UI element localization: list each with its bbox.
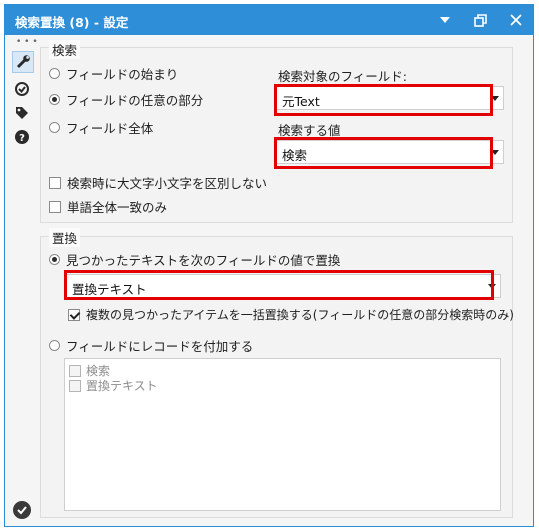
checkbox[interactable] (49, 200, 61, 213)
radio-label: フィールドの始まり (66, 67, 179, 82)
restore-icon[interactable] (471, 11, 489, 29)
checkbox-label: 単語全体一致のみ (67, 200, 168, 215)
search-value-select[interactable]: 検索 (274, 140, 504, 164)
append-field-list[interactable]: 検索 置換テキスト (64, 358, 501, 511)
caret-down-icon[interactable] (436, 11, 454, 29)
radio-append-record[interactable]: フィールドにレコードを付加する (49, 336, 253, 355)
checkbox-label: 複数の見つかったアイテムを一括置換する(フィールドの任意の部分検索時のみ) (86, 308, 514, 322)
checkbox[interactable] (68, 308, 80, 321)
sidebar: • • • ? (5, 35, 38, 526)
chevron-down-icon (491, 96, 499, 101)
target-field-select[interactable]: 元Text (274, 86, 504, 110)
search-group-title: 検索 (49, 40, 81, 59)
target-field-label: 検索対象のフィールド: (278, 69, 407, 84)
help-icon[interactable]: ? (12, 127, 32, 147)
check-circle-icon[interactable] (13, 501, 31, 519)
grip-dots-icon: • • • (16, 37, 38, 47)
radio-button[interactable] (49, 68, 60, 79)
svg-text:?: ? (19, 133, 25, 144)
title-bar: 検索置換 (8) - 設定 (5, 5, 533, 35)
radio-button[interactable] (49, 340, 60, 351)
checkbox[interactable] (49, 176, 61, 189)
replace-group-title: 置換 (49, 228, 81, 247)
close-icon[interactable] (507, 11, 525, 29)
radio-label: 見つかったテキストを次のフィールドの値で置換 (66, 253, 341, 268)
radio-button[interactable] (49, 122, 60, 133)
radio-label: フィールド全体 (66, 121, 154, 136)
list-item-label: 置換テキスト (86, 379, 158, 393)
replace-all-checkbox[interactable]: 複数の見つかったアイテムを一括置換する(フィールドの任意の部分検索時のみ) (68, 306, 514, 323)
tag-icon[interactable] (12, 103, 32, 123)
checkbox[interactable] (69, 379, 81, 392)
search-value-label: 検索する値 (278, 123, 341, 138)
target-icon[interactable] (12, 79, 32, 99)
window-title: 検索置換 (8) - 設定 (15, 15, 129, 30)
radio-label: フィールドにレコードを付加する (66, 339, 254, 354)
chevron-down-icon (491, 150, 499, 155)
chevron-down-icon (488, 284, 496, 289)
checkbox[interactable] (69, 364, 81, 377)
list-item[interactable]: 置換テキスト (69, 377, 158, 394)
radio-field-start[interactable]: フィールドの始まり (49, 64, 178, 83)
search-value-value: 検索 (282, 148, 308, 163)
wrench-icon[interactable] (12, 51, 34, 73)
whole-word-checkbox[interactable]: 単語全体一致のみ (49, 197, 167, 216)
replace-field-value: 置換テキスト (72, 282, 147, 297)
radio-field-whole[interactable]: フィールド全体 (49, 118, 153, 137)
radio-button[interactable] (49, 254, 60, 265)
case-insensitive-checkbox[interactable]: 検索時に大文字小文字を区別しない (49, 173, 267, 192)
target-field-value: 元Text (282, 94, 320, 109)
radio-label: フィールドの任意の部分 (66, 93, 204, 108)
radio-replace-with-field[interactable]: 見つかったテキストを次のフィールドの値で置換 (49, 250, 340, 269)
checkbox-label: 検索時に大文字小文字を区別しない (67, 176, 268, 191)
replace-field-select[interactable]: 置換テキスト (64, 274, 501, 298)
radio-field-any-part[interactable]: フィールドの任意の部分 (49, 90, 203, 109)
radio-button[interactable] (49, 94, 60, 105)
